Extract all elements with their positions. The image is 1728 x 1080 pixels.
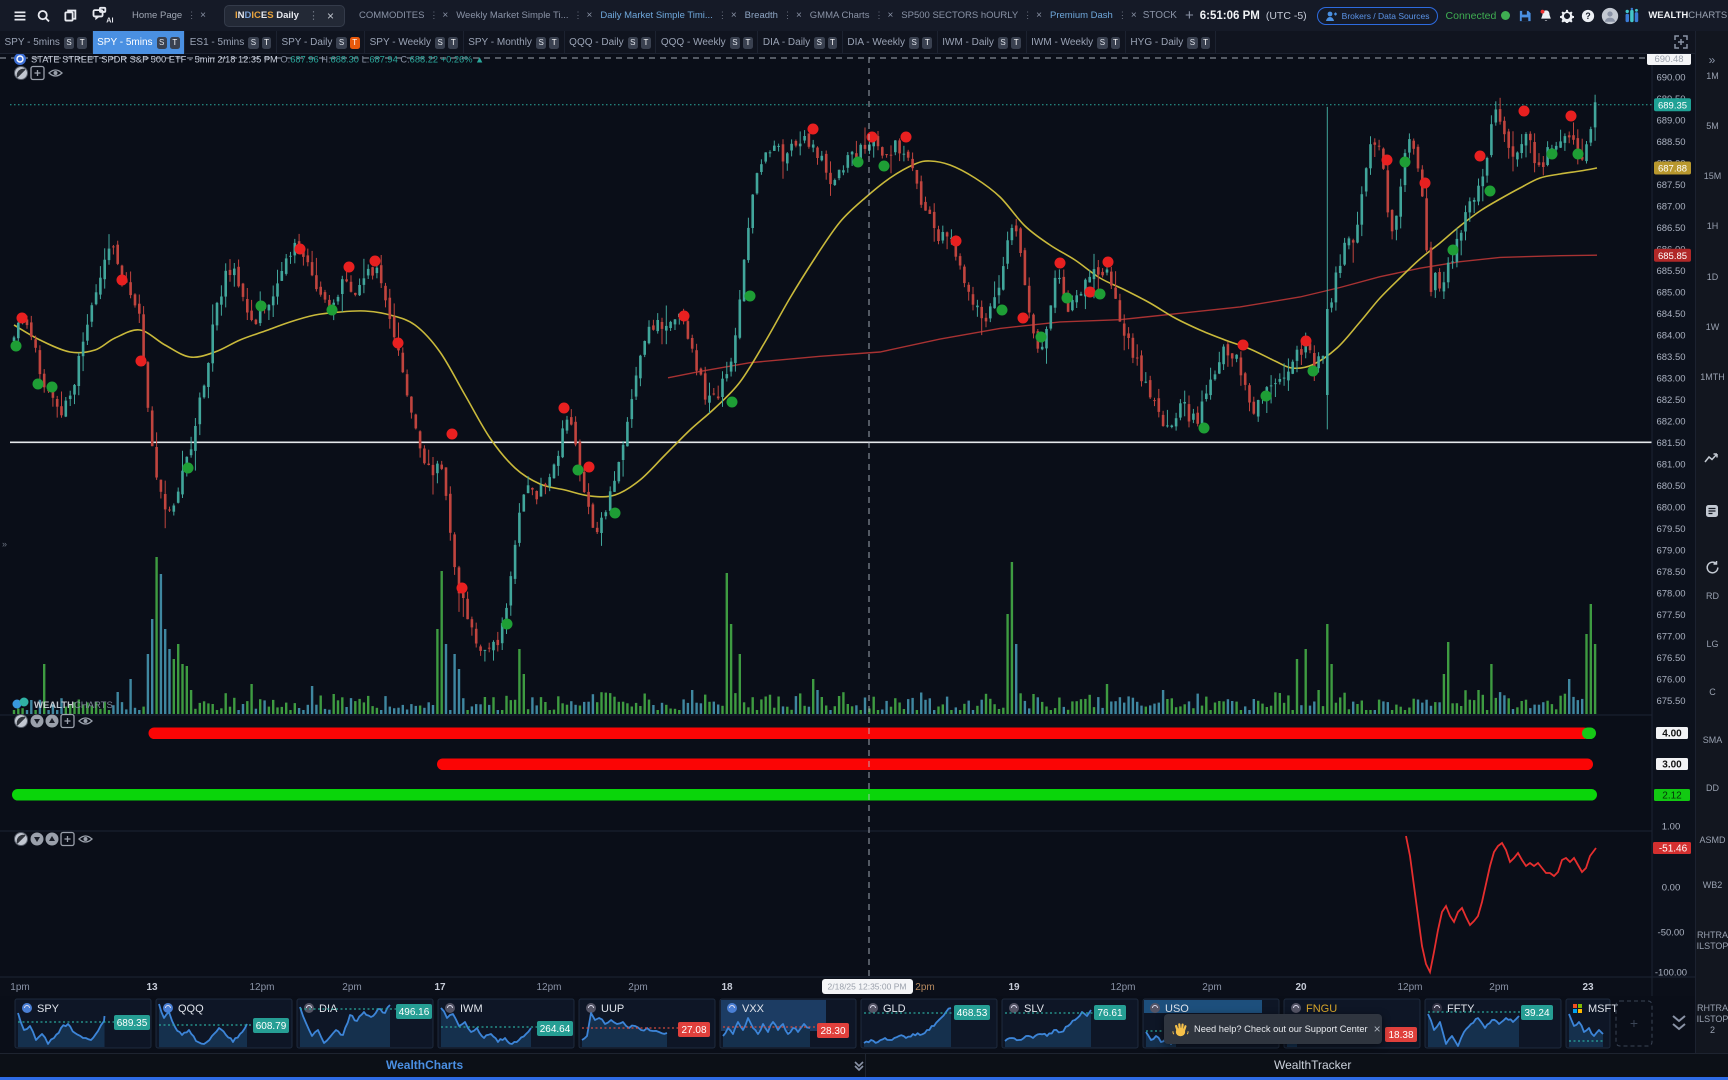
- svg-text:687.88: 687.88: [1658, 163, 1687, 174]
- svg-text:679.50: 679.50: [1656, 524, 1685, 535]
- svg-text:?: ?: [1586, 11, 1591, 21]
- svg-text:687.50: 687.50: [1656, 180, 1685, 191]
- svg-text:3.00: 3.00: [1662, 760, 1682, 771]
- svg-text:1.00: 1.00: [1662, 822, 1681, 833]
- svg-text:VXX: VXX: [742, 1003, 765, 1015]
- svg-text:683.00: 683.00: [1656, 373, 1685, 384]
- svg-text:12pm: 12pm: [249, 982, 274, 993]
- svg-text:39.24: 39.24: [1524, 1008, 1549, 1019]
- svg-text:76.61: 76.61: [1097, 1008, 1122, 1019]
- svg-text:20: 20: [1295, 982, 1307, 993]
- svg-text:684.00: 684.00: [1656, 330, 1685, 341]
- svg-text:27.08: 27.08: [681, 1025, 706, 1036]
- svg-text:18: 18: [721, 982, 733, 993]
- svg-text:684.50: 684.50: [1656, 309, 1685, 320]
- svg-text:2pm: 2pm: [915, 982, 934, 993]
- svg-text:12pm: 12pm: [536, 982, 561, 993]
- svg-text:-100.00: -100.00: [1655, 968, 1687, 979]
- svg-text:4.00: 4.00: [1662, 729, 1682, 740]
- svg-text:19: 19: [1008, 982, 1020, 993]
- svg-text:680.00: 680.00: [1656, 502, 1685, 513]
- svg-text:MSFT: MSFT: [1588, 1003, 1618, 1015]
- svg-text:682.50: 682.50: [1656, 395, 1685, 406]
- svg-text:685.00: 685.00: [1656, 287, 1685, 298]
- svg-text:689.00: 689.00: [1656, 115, 1685, 126]
- svg-text:+: +: [1630, 1015, 1638, 1031]
- svg-text:-50.00: -50.00: [1658, 928, 1685, 939]
- svg-text:681.00: 681.00: [1656, 459, 1685, 470]
- svg-text:689.35: 689.35: [117, 1018, 148, 1029]
- svg-text:WEALTHCHARTS: WEALTHCHARTS: [34, 700, 113, 711]
- svg-text:608.79: 608.79: [256, 1021, 287, 1032]
- svg-text:2pm: 2pm: [1202, 982, 1221, 993]
- svg-text:680.50: 680.50: [1656, 481, 1685, 492]
- svg-text:681.50: 681.50: [1656, 438, 1685, 449]
- svg-text:0.00: 0.00: [1662, 883, 1681, 894]
- svg-text:685.85: 685.85: [1658, 251, 1687, 262]
- svg-text:677.00: 677.00: [1656, 631, 1685, 642]
- svg-text:GLD: GLD: [883, 1003, 906, 1015]
- svg-text:1pm: 1pm: [10, 982, 29, 993]
- svg-text:688.50: 688.50: [1656, 137, 1685, 148]
- svg-text:685.50: 685.50: [1656, 266, 1685, 277]
- svg-text:675.50: 675.50: [1656, 696, 1685, 707]
- svg-text:FFTY: FFTY: [1447, 1003, 1475, 1015]
- svg-text:679.00: 679.00: [1656, 545, 1685, 556]
- svg-text:690.00: 690.00: [1656, 72, 1685, 83]
- svg-text:AI: AI: [106, 15, 113, 24]
- svg-text:IWM: IWM: [460, 1003, 483, 1015]
- svg-text:686.50: 686.50: [1656, 223, 1685, 234]
- svg-text:-51.46: -51.46: [1659, 844, 1688, 855]
- svg-text:689.35: 689.35: [1658, 100, 1687, 111]
- svg-text:2/18/25 12:35:00 PM: 2/18/25 12:35:00 PM: [828, 982, 907, 992]
- svg-text:677.50: 677.50: [1656, 610, 1685, 621]
- svg-text:28.30: 28.30: [820, 1026, 845, 1037]
- svg-text:17: 17: [434, 982, 446, 993]
- svg-text:468.53: 468.53: [957, 1008, 988, 1019]
- svg-text:2pm: 2pm: [342, 982, 361, 993]
- svg-text:687.00: 687.00: [1656, 201, 1685, 212]
- svg-text:SPY: SPY: [37, 1003, 60, 1015]
- svg-text:QQQ: QQQ: [178, 1003, 204, 1015]
- svg-text:18.38: 18.38: [1388, 1030, 1413, 1041]
- svg-text:13: 13: [146, 982, 158, 993]
- svg-text:STATE STREET SPDR S&P 500 ETF: STATE STREET SPDR S&P 500 ETF - 5min 2/1…: [31, 55, 484, 65]
- svg-text:23: 23: [1582, 982, 1594, 993]
- svg-text:2pm: 2pm: [628, 982, 647, 993]
- svg-text:682.00: 682.00: [1656, 416, 1685, 427]
- svg-text:676.50: 676.50: [1656, 653, 1685, 664]
- svg-text:12pm: 12pm: [1397, 982, 1422, 993]
- svg-text:678.50: 678.50: [1656, 567, 1685, 578]
- svg-text:676.00: 676.00: [1656, 674, 1685, 685]
- svg-text:2.12: 2.12: [1662, 791, 1682, 802]
- svg-text:12pm: 12pm: [1110, 982, 1135, 993]
- svg-text:»: »: [2, 539, 7, 549]
- svg-text:683.50: 683.50: [1656, 352, 1685, 363]
- svg-text:264.64: 264.64: [540, 1024, 571, 1035]
- svg-text:UUP: UUP: [601, 1003, 624, 1015]
- svg-text:690.48: 690.48: [1654, 54, 1683, 65]
- svg-text:2pm: 2pm: [1489, 982, 1508, 993]
- svg-text:678.00: 678.00: [1656, 588, 1685, 599]
- svg-text:496.16: 496.16: [399, 1007, 430, 1018]
